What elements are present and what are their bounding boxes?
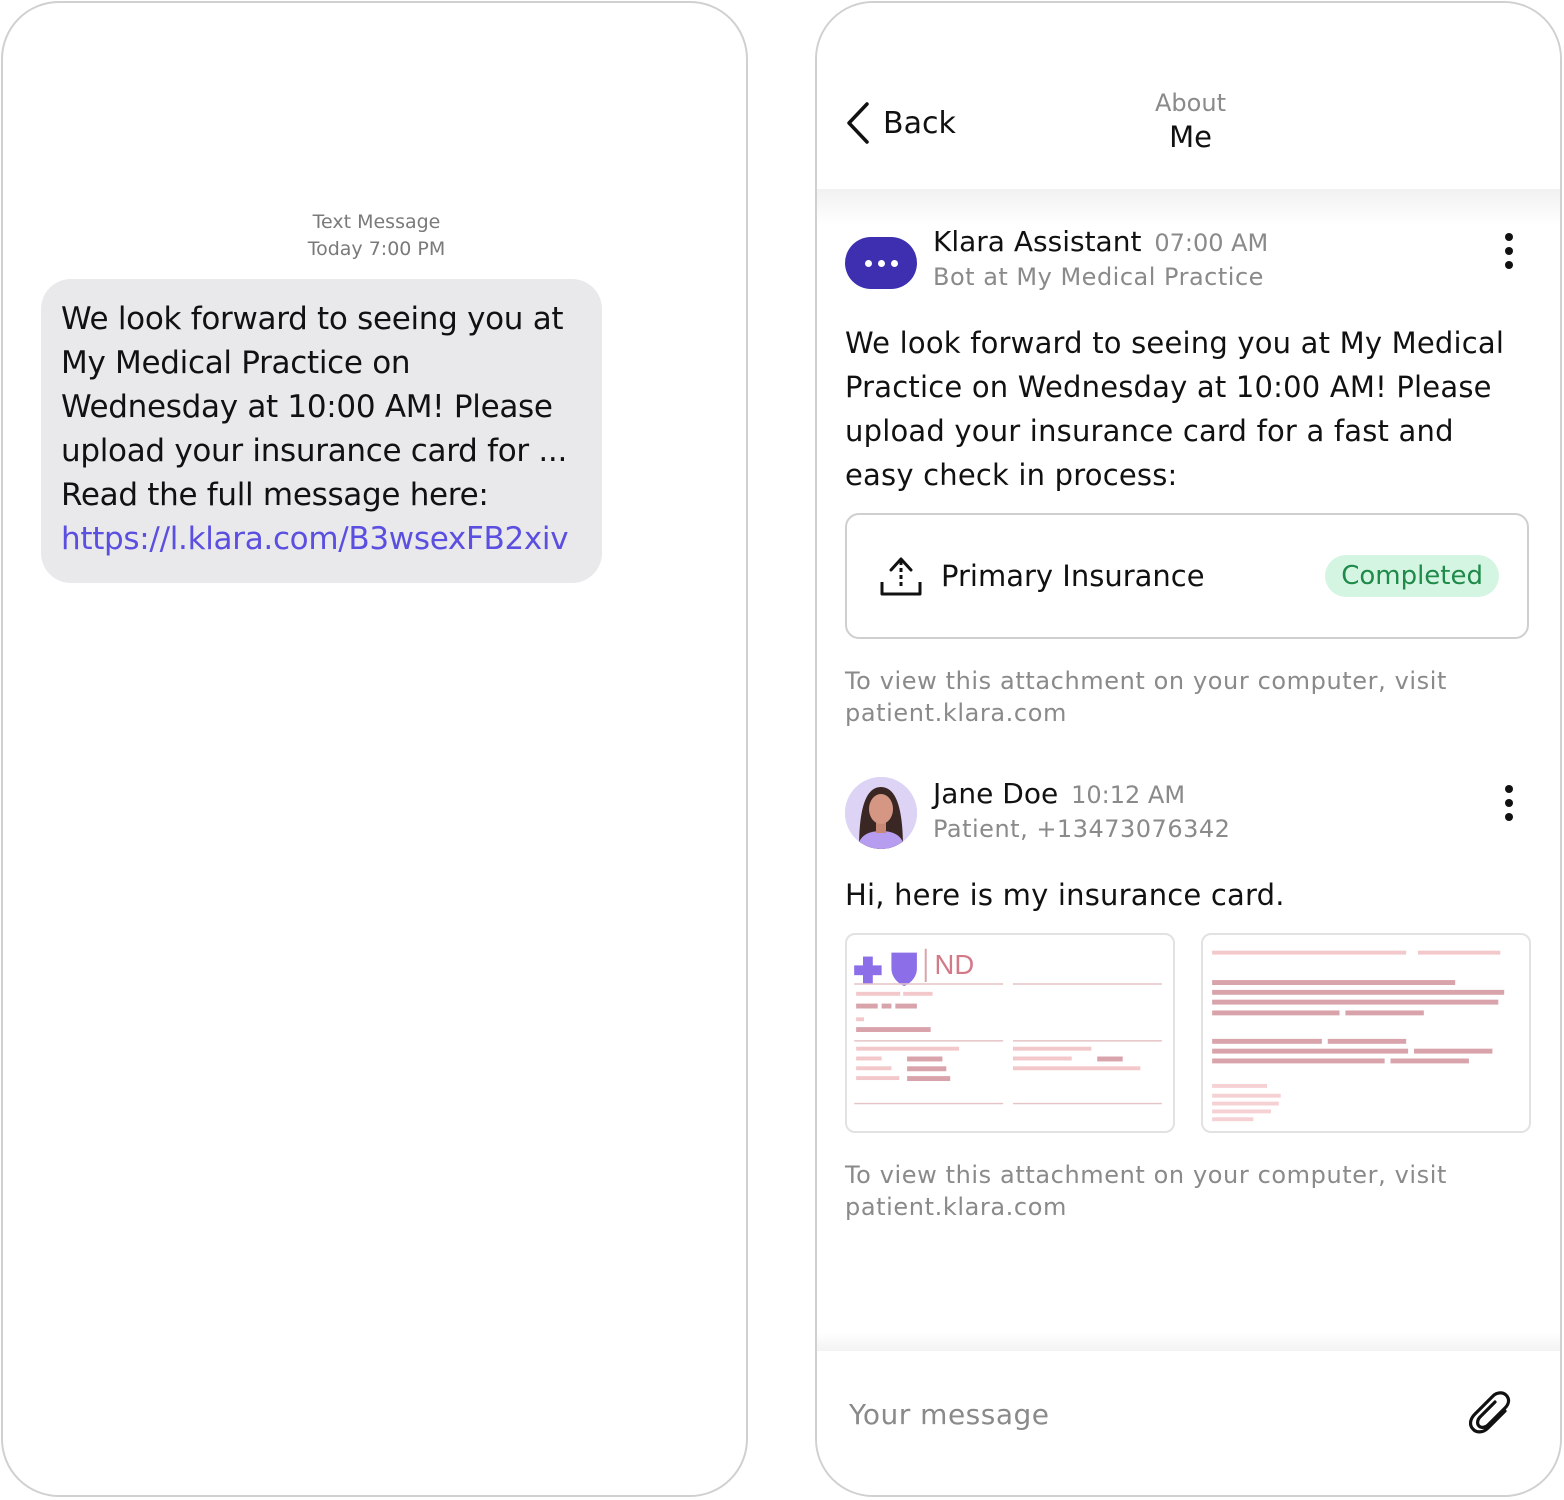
sms-meta-time: Today 7:00 PM	[307, 238, 446, 260]
sms-bubble: We look forward to seeing you at My Medi…	[41, 279, 602, 583]
message-input[interactable]	[847, 1393, 1431, 1435]
attachment-label: Primary Insurance	[941, 559, 1205, 593]
attachment-note: To view this attachment on your computer…	[845, 1161, 1448, 1221]
medical-cross-icon	[854, 956, 882, 984]
message-header-bot: Klara Assistant 07:00 AM Bot at My Medic…	[845, 225, 1535, 294]
avatar	[845, 777, 917, 849]
status-badge: Completed	[1325, 555, 1499, 597]
app-header: Back About Me	[817, 3, 1560, 189]
more-options-icon[interactable]	[1503, 233, 1515, 269]
sms-phone: Text Message Today 7:00 PM We look forwa…	[1, 1, 748, 1497]
message-time: 10:12 AM	[1071, 781, 1186, 809]
attachment-card[interactable]: Primary Insurance Completed	[845, 513, 1529, 639]
message-body: Hi, here is my insurance card.	[845, 878, 1285, 912]
upload-icon	[880, 557, 922, 596]
attachment-note: To view this attachment on your computer…	[845, 667, 1448, 727]
sms-meta: Text Message Today 7:00 PM	[3, 209, 746, 263]
page-title-main: Me	[1169, 120, 1212, 154]
sender-role: Bot at My Medical Practice	[933, 263, 1264, 291]
shield-icon	[891, 952, 917, 986]
sender-role: Patient, +13473076342	[933, 815, 1231, 843]
sender-name: Klara Assistant	[933, 225, 1142, 258]
page-title-sub: About	[1155, 89, 1226, 117]
bot-avatar	[845, 237, 917, 289]
message-header-patient: Jane Doe 10:12 AM Patient, +13473076342	[845, 777, 1535, 849]
message-composer	[817, 1351, 1560, 1495]
sms-link[interactable]: https://l.klara.com/B3wsexFB2xiv	[61, 517, 582, 561]
page-title: About Me	[817, 87, 1560, 155]
sender-name: Jane Doe	[933, 777, 1059, 810]
message-body: We look forward to seeing you at My Medi…	[845, 326, 1505, 492]
sms-meta-label: Text Message	[312, 211, 441, 233]
message-time: 07:00 AM	[1154, 229, 1269, 257]
klara-app-phone: Back About Me Klara Assistant 07:00 AM B…	[815, 1, 1562, 1497]
card-logo-text: ND	[935, 949, 975, 980]
sms-text: We look forward to seeing you at My Medi…	[61, 301, 568, 513]
paperclip-icon[interactable]	[1469, 1391, 1515, 1437]
insurance-card-front-thumbnail[interactable]: ND	[845, 933, 1175, 1133]
more-options-icon[interactable]	[1503, 785, 1515, 821]
insurance-card-back-thumbnail[interactable]	[1201, 933, 1531, 1133]
